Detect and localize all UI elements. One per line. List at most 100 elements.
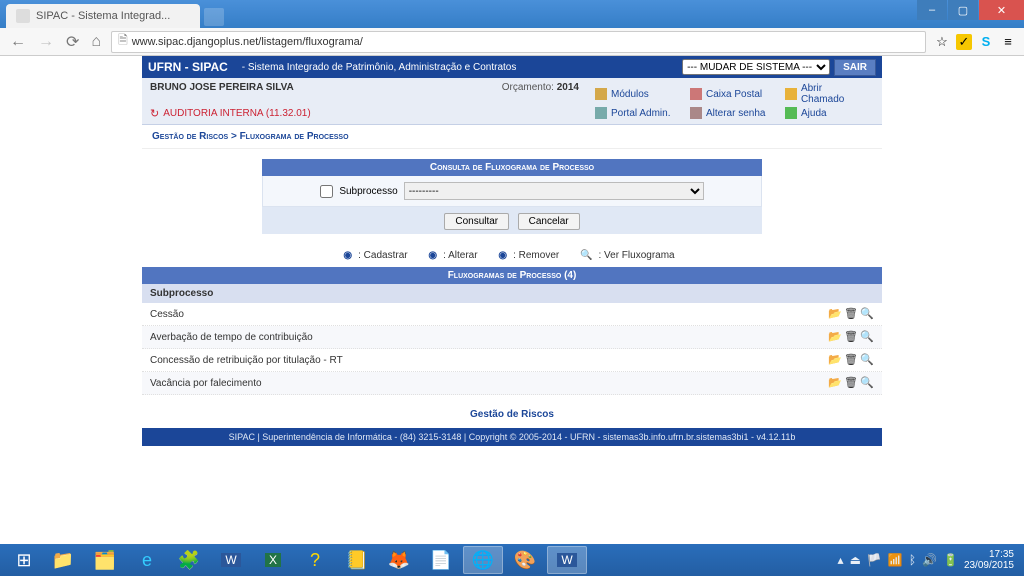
window-close-button[interactable] bbox=[979, 0, 1024, 20]
row-open-icon[interactable] bbox=[828, 330, 842, 344]
modulos-icon bbox=[595, 88, 607, 100]
table-row: Vacância por falecimento bbox=[142, 372, 882, 395]
alterar-senha-link[interactable]: Alterar senha bbox=[684, 106, 779, 120]
tray-volume-icon[interactable]: 🔊 bbox=[922, 553, 937, 567]
caixa-postal-link[interactable]: Caixa Postal bbox=[684, 82, 779, 106]
star-icon[interactable]: ☆ bbox=[934, 34, 950, 50]
row-delete-icon[interactable] bbox=[844, 330, 858, 344]
table-row: Cessão bbox=[142, 303, 882, 326]
taskbar-explorer[interactable]: 🗂️ bbox=[85, 546, 125, 574]
cancelar-button[interactable]: Cancelar bbox=[518, 213, 580, 230]
windows-taskbar: ⊞ 📁 🗂️ e 🧩 W X ? 📒 🦊 📄 🌐 🎨 W ▴ ⏏ 🏳️ 📶 ᛒ … bbox=[0, 544, 1024, 576]
subprocesso-label: Subprocesso bbox=[339, 186, 397, 197]
row-open-icon[interactable] bbox=[828, 376, 842, 390]
consulta-title: Consulta de Fluxograma de Processo bbox=[262, 159, 762, 176]
row-delete-icon[interactable] bbox=[844, 376, 858, 390]
taskbar-app4[interactable]: 📄 bbox=[421, 546, 461, 574]
app-title: UFRN - SIPAC bbox=[148, 60, 228, 74]
row-name: Cessão bbox=[150, 309, 828, 320]
portal-admin-link[interactable]: Portal Admin. bbox=[589, 106, 684, 120]
tray-clock[interactable]: 17:35 23/09/2015 bbox=[964, 549, 1014, 571]
department: AUDITORIA INTERNA (11.32.01) bbox=[150, 106, 589, 120]
password-icon bbox=[690, 107, 702, 119]
new-tab-button[interactable] bbox=[204, 8, 224, 26]
alterar-icon: ◉ bbox=[428, 250, 437, 261]
tray-up-icon[interactable]: ▴ bbox=[838, 553, 844, 567]
start-button[interactable]: ⊞ bbox=[6, 544, 42, 576]
window-minimize-button[interactable] bbox=[917, 0, 947, 20]
consultar-button[interactable]: Consultar bbox=[444, 213, 509, 230]
action-legend: ◉: Cadastrar ◉: Alterar ◉: Remover 🔍: Ve… bbox=[142, 240, 882, 267]
breadcrumb: Gestão de Riscos > Fluxograma de Process… bbox=[142, 125, 882, 149]
menu-icon[interactable]: ≡ bbox=[1000, 34, 1016, 50]
app-subtitle: - Sistema Integrado de Patrimônio, Admin… bbox=[242, 62, 517, 73]
browser-toolbar: ← → ⟳ ⌂ 🗎 www.sipac.djangoplus.net/lista… bbox=[0, 28, 1024, 56]
back-icon[interactable]: ← bbox=[8, 33, 28, 51]
taskbar-word[interactable]: W bbox=[211, 546, 251, 574]
favicon-icon bbox=[16, 9, 30, 23]
consulta-form: Subprocesso --------- bbox=[262, 176, 762, 207]
table-column-header: Subprocesso bbox=[142, 284, 882, 303]
subprocesso-checkbox[interactable] bbox=[320, 185, 333, 198]
browser-tab[interactable]: SIPAC - Sistema Integrad... bbox=[6, 4, 200, 28]
table-row: Averbação de tempo de contribuição bbox=[142, 326, 882, 349]
row-name: Averbação de tempo de contribuição bbox=[150, 332, 828, 343]
remover-icon: ◉ bbox=[498, 250, 507, 261]
taskbar-app1[interactable]: 🧩 bbox=[169, 546, 209, 574]
taskbar-app2[interactable]: 📒 bbox=[337, 546, 377, 574]
mailbox-icon bbox=[690, 88, 702, 100]
forward-icon[interactable]: → bbox=[36, 33, 56, 51]
row-view-icon[interactable] bbox=[860, 376, 874, 390]
home-icon[interactable]: ⌂ bbox=[89, 33, 103, 51]
table-row: Concessão de retribuição por titulação -… bbox=[142, 349, 882, 372]
abrir-chamado-link[interactable]: Abrir Chamado bbox=[779, 82, 874, 106]
portal-icon bbox=[595, 107, 607, 119]
tray-action-center-icon[interactable]: 🏳️ bbox=[867, 553, 882, 567]
norton-icon[interactable]: ✓ bbox=[956, 34, 972, 50]
address-bar[interactable]: 🗎 www.sipac.djangoplus.net/listagem/flux… bbox=[111, 31, 926, 53]
user-info-bar: BRUNO JOSE PEREIRA SILVA Orçamento: 2014… bbox=[142, 78, 882, 125]
window-maximize-button[interactable] bbox=[948, 0, 978, 20]
row-name: Vacância por falecimento bbox=[150, 378, 828, 389]
globe-icon: 🗎 bbox=[118, 31, 128, 52]
table-title: Fluxogramas de Processo (4) bbox=[142, 267, 882, 284]
back-link[interactable]: Gestão de Riscos bbox=[142, 395, 882, 428]
tray-network-icon[interactable]: 📶 bbox=[888, 553, 903, 567]
taskbar-word-doc[interactable]: W bbox=[547, 546, 587, 574]
url-text: www.sipac.djangoplus.net/listagem/fluxog… bbox=[132, 36, 363, 48]
browser-titlebar: SIPAC - Sistema Integrad... bbox=[0, 0, 1024, 28]
app-footer: SIPAC | Superintendência de Informática … bbox=[142, 428, 882, 446]
row-delete-icon[interactable] bbox=[844, 353, 858, 367]
row-view-icon[interactable] bbox=[860, 307, 874, 321]
modulos-link[interactable]: Módulos bbox=[589, 82, 684, 106]
tray-bluetooth-icon[interactable]: ᛒ bbox=[909, 553, 916, 567]
row-open-icon[interactable] bbox=[828, 307, 842, 321]
subprocesso-select[interactable]: --------- bbox=[404, 182, 704, 200]
cadastrar-icon: ◉ bbox=[343, 250, 352, 261]
tray-safe-remove-icon[interactable]: ⏏ bbox=[850, 553, 861, 567]
row-view-icon[interactable] bbox=[860, 330, 874, 344]
tab-title: SIPAC - Sistema Integrad... bbox=[36, 10, 170, 22]
row-delete-icon[interactable] bbox=[844, 307, 858, 321]
logout-button[interactable]: SAIR bbox=[834, 59, 876, 76]
system-select[interactable]: --- MUDAR DE SISTEMA --- bbox=[682, 59, 830, 75]
taskbar-paint[interactable]: 🎨 bbox=[505, 546, 545, 574]
tray-power-icon[interactable]: 🔋 bbox=[943, 553, 958, 567]
reload-icon[interactable]: ⟳ bbox=[64, 32, 81, 52]
orcamento: Orçamento: 2014 bbox=[150, 82, 589, 106]
ticket-icon bbox=[785, 88, 797, 100]
taskbar-excel[interactable]: X bbox=[253, 546, 293, 574]
ver-fluxograma-icon: 🔍 bbox=[580, 250, 592, 261]
row-view-icon[interactable] bbox=[860, 353, 874, 367]
taskbar-help[interactable]: ? bbox=[295, 546, 335, 574]
help-icon bbox=[785, 107, 797, 119]
taskbar-app3[interactable]: 🦊 bbox=[379, 546, 419, 574]
taskbar-chrome[interactable]: 🌐 bbox=[463, 546, 503, 574]
taskbar-ie[interactable]: e bbox=[127, 546, 167, 574]
row-open-icon[interactable] bbox=[828, 353, 842, 367]
app-topbar: UFRN - SIPAC - Sistema Integrado de Patr… bbox=[142, 56, 882, 78]
ajuda-link[interactable]: Ajuda bbox=[779, 106, 874, 120]
skype-icon[interactable]: S bbox=[978, 34, 994, 50]
taskbar-file-explorer[interactable]: 📁 bbox=[43, 546, 83, 574]
row-name: Concessão de retribuição por titulação -… bbox=[150, 355, 828, 366]
